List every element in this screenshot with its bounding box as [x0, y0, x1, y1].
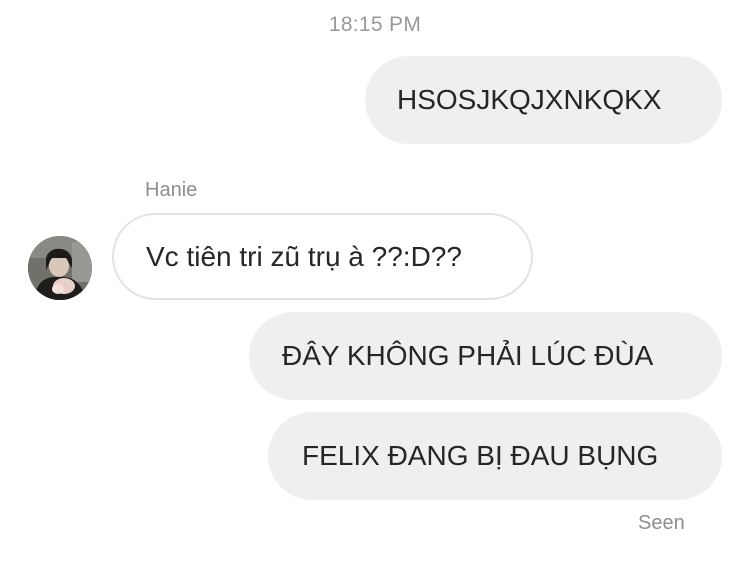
message-text: HSOSJKQJXNKQKX [397, 84, 662, 115]
user-photo-avatar-icon [28, 236, 92, 300]
sender-avatar[interactable] [28, 236, 92, 300]
outgoing-message-bubble[interactable]: ĐÂY KHÔNG PHẢI LÚC ĐÙA [249, 312, 722, 400]
sender-name: Hanie [145, 179, 198, 201]
seen-indicator: Seen [638, 512, 685, 534]
message-text: ĐÂY KHÔNG PHẢI LÚC ĐÙA [282, 340, 654, 371]
outgoing-message-bubble[interactable]: HSOSJKQJXNKQKX [365, 56, 722, 144]
message-timestamp: 18:15 PM [328, 13, 422, 36]
outgoing-message-bubble[interactable]: FELIX ĐANG BỊ ĐAU BỤNG [268, 412, 722, 500]
message-text: Vc tiên tri zũ trụ à ??:D?? [146, 240, 462, 272]
incoming-message-bubble[interactable]: Vc tiên tri zũ trụ à ??:D?? [112, 213, 533, 300]
message-text: FELIX ĐANG BỊ ĐAU BỤNG [302, 440, 659, 471]
